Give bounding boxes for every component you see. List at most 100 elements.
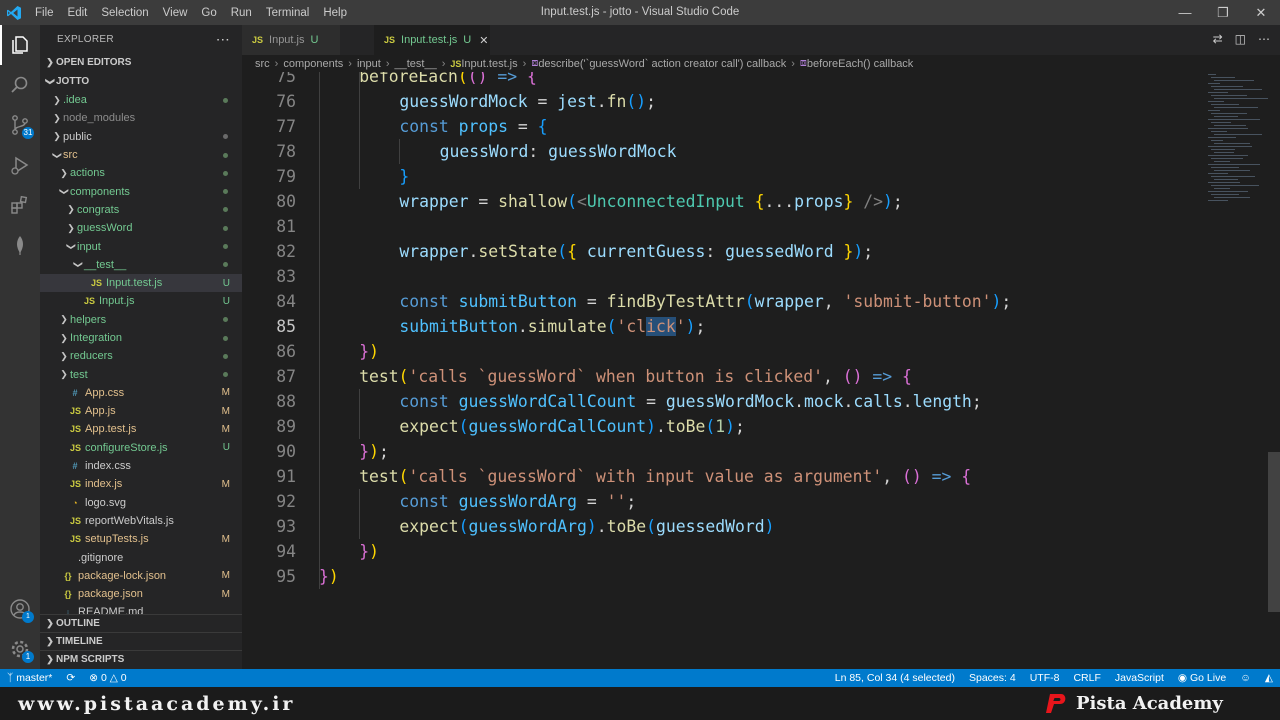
feedback-icon[interactable]: ☺ bbox=[1233, 672, 1258, 684]
vscode-logo-icon[interactable] bbox=[0, 0, 28, 25]
code-line[interactable]: 77 const props = { bbox=[242, 114, 1202, 139]
close-window-icon[interactable]: ✕ bbox=[1244, 0, 1278, 25]
tree-item[interactable]: .gitignore bbox=[40, 548, 242, 566]
menu-item-edit[interactable]: Edit bbox=[61, 7, 95, 19]
extensions-icon[interactable] bbox=[0, 185, 40, 225]
source-control-icon[interactable]: 31 bbox=[0, 105, 40, 145]
code-line[interactable]: 92 const guessWordArg = ''; bbox=[242, 489, 1202, 514]
tab-input-test-js[interactable]: JS Input.test.js U ✕ bbox=[374, 25, 490, 55]
tree-item[interactable]: ◔ logo.svg bbox=[40, 494, 242, 512]
code-line[interactable]: 90}); bbox=[242, 439, 1202, 464]
code-line[interactable]: 89 expect(guessWordCallCount).toBe(1); bbox=[242, 414, 1202, 439]
tree-item[interactable]: JS Input.test.js U bbox=[40, 273, 242, 293]
tree-item[interactable]: ❯ components bbox=[40, 182, 242, 200]
code-line[interactable]: 76 guessWordMock = jest.fn(); bbox=[242, 89, 1202, 114]
mongodb-icon[interactable] bbox=[0, 225, 40, 265]
eol[interactable]: CRLF bbox=[1066, 672, 1107, 684]
code-line[interactable]: 81 bbox=[242, 214, 1202, 239]
breadcrumb-item[interactable]: components bbox=[283, 58, 343, 70]
tree-item[interactable]: ❯ input bbox=[40, 237, 242, 255]
tree-item[interactable]: {} package-lock.json M bbox=[40, 567, 242, 585]
code-line[interactable]: 91 test('calls `guessWord` with input val… bbox=[242, 464, 1202, 489]
tree-item[interactable]: ❯ Integration bbox=[40, 329, 242, 347]
cursor-position[interactable]: Ln 85, Col 34 (4 selected) bbox=[828, 672, 962, 684]
code-line[interactable]: 83 bbox=[242, 264, 1202, 289]
tab-input-js[interactable]: JS Input.js U bbox=[242, 25, 340, 55]
code-line[interactable]: 78 guessWord: guessWordMock bbox=[242, 139, 1202, 164]
code-line[interactable]: 94}) bbox=[242, 539, 1202, 564]
tree-item[interactable]: ❯ src bbox=[40, 146, 242, 164]
breadcrumb-item[interactable]: Input.test.js bbox=[461, 58, 517, 70]
tree-item[interactable]: JS configureStore.js U bbox=[40, 439, 242, 457]
code-line[interactable]: 84 const submitButton = findByTestAttr(wr… bbox=[242, 289, 1202, 314]
indentation[interactable]: Spaces: 4 bbox=[962, 672, 1023, 684]
more-actions-icon[interactable]: ⋯ bbox=[216, 31, 230, 48]
maximize-icon[interactable]: ❐ bbox=[1206, 0, 1240, 25]
breadcrumb-item[interactable]: input bbox=[357, 58, 381, 70]
menu-item-run[interactable]: Run bbox=[224, 7, 259, 19]
code-line[interactable]: 86}) bbox=[242, 339, 1202, 364]
code-line[interactable]: 93 expect(guessWordArg).toBe(guessedWord) bbox=[242, 514, 1202, 539]
language-mode[interactable]: JavaScript bbox=[1108, 672, 1171, 684]
breadcrumb-item[interactable]: describe('`guessWord` action creator cal… bbox=[538, 58, 786, 70]
code-line[interactable]: 82 wrapper.setState({ currentGuess: guess… bbox=[242, 239, 1202, 264]
minimize-icon[interactable]: — bbox=[1168, 0, 1202, 25]
menu-item-go[interactable]: Go bbox=[194, 7, 223, 19]
code-line[interactable]: 79} bbox=[242, 164, 1202, 189]
tree-item[interactable]: ❯ actions bbox=[40, 164, 242, 182]
encoding[interactable]: UTF-8 bbox=[1023, 672, 1067, 684]
account-icon[interactable]: 1 bbox=[0, 589, 40, 629]
menu-item-view[interactable]: View bbox=[156, 7, 195, 19]
code-line[interactable]: 75 beforeEach(() => { bbox=[242, 72, 1202, 89]
tree-item[interactable]: ❯ congrats bbox=[40, 201, 242, 219]
menu-item-file[interactable]: File bbox=[28, 7, 61, 19]
tree-item[interactable]: ❯ helpers bbox=[40, 311, 242, 329]
tree-item[interactable]: JS setupTests.js M bbox=[40, 530, 242, 548]
code-line[interactable]: 88 const guessWordCallCount = guessWordMo… bbox=[242, 389, 1202, 414]
tree-item[interactable]: ❯ public bbox=[40, 128, 242, 146]
code-line[interactable]: 80 wrapper = shallow(<UnconnectedInput {.… bbox=[242, 189, 1202, 214]
tree-item[interactable]: JS Input.js U bbox=[40, 292, 242, 310]
tree-item[interactable]: {} package.json M bbox=[40, 585, 242, 603]
npm-scripts-section[interactable]: ❯ NPM SCRIPTS bbox=[40, 650, 242, 668]
breadcrumb-item[interactable]: beforeEach() callback bbox=[807, 58, 913, 70]
go-live-button[interactable]: ◉ Go Live bbox=[1171, 672, 1233, 684]
tree-item[interactable]: ❯ node_modules bbox=[40, 109, 242, 127]
menu-item-terminal[interactable]: Terminal bbox=[259, 7, 316, 19]
settings-gear-icon[interactable]: 1 bbox=[0, 629, 40, 669]
menu-item-help[interactable]: Help bbox=[316, 7, 354, 19]
breadcrumb-item[interactable]: src bbox=[255, 58, 270, 70]
tree-item[interactable]: ❯ guessWord bbox=[40, 219, 242, 237]
tree-item[interactable]: JS App.js M bbox=[40, 402, 242, 420]
code-line[interactable]: 87 test('calls `guessWord` when button is… bbox=[242, 364, 1202, 389]
tree-item[interactable]: # App.css M bbox=[40, 384, 242, 402]
tree-item[interactable]: JS App.test.js M bbox=[40, 420, 242, 438]
tree-item[interactable]: # index.css bbox=[40, 457, 242, 475]
explorer-icon[interactable] bbox=[0, 25, 40, 65]
tree-item[interactable]: ❯ test bbox=[40, 365, 242, 383]
code-line[interactable]: 85 submitButton.simulate('click'); bbox=[242, 314, 1202, 339]
problems-item[interactable]: ⊗ 0 △ 0 bbox=[82, 672, 133, 684]
notifications-icon[interactable]: ◭ bbox=[1258, 672, 1280, 684]
scrollbar-thumb[interactable] bbox=[1268, 452, 1280, 612]
tree-item[interactable]: JS index.js M bbox=[40, 475, 242, 493]
sync-icon[interactable]: ⟳ bbox=[59, 672, 82, 684]
more-actions-icon[interactable]: ⋯ bbox=[1258, 32, 1270, 46]
editor-scrollbar[interactable] bbox=[1268, 72, 1280, 669]
code-editor[interactable]: 75 beforeEach(() => {76 guessWordMock = je… bbox=[242, 72, 1202, 669]
split-editor-icon[interactable]: ◫ bbox=[1235, 32, 1246, 46]
minimap[interactable] bbox=[1202, 72, 1270, 669]
tree-item[interactable]: ❯ .idea bbox=[40, 91, 242, 109]
menu-item-selection[interactable]: Selection bbox=[94, 7, 155, 19]
run-debug-icon[interactable] bbox=[0, 145, 40, 185]
tree-item[interactable]: ❯ __test__ bbox=[40, 256, 242, 274]
tree-item[interactable]: ❯ reducers bbox=[40, 347, 242, 365]
breadcrumb-item[interactable]: __test__ bbox=[394, 58, 436, 70]
tree-item[interactable]: JS reportWebVitals.js bbox=[40, 512, 242, 530]
timeline-section[interactable]: ❯ TIMELINE bbox=[40, 632, 242, 650]
project-section[interactable]: ❯ JOTTO bbox=[40, 72, 242, 91]
open-editors-section[interactable]: ❯ OPEN EDITORS bbox=[40, 53, 242, 72]
compare-icon[interactable]: ⇄ bbox=[1213, 32, 1223, 46]
outline-section[interactable]: ❯ OUTLINE bbox=[40, 614, 242, 632]
search-icon[interactable] bbox=[0, 65, 40, 105]
